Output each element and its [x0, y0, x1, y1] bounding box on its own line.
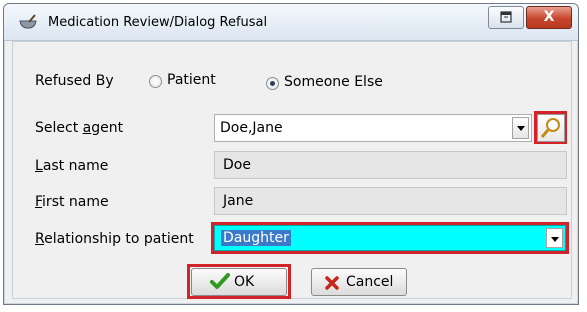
restore-button[interactable] [488, 6, 524, 29]
radio-someone-else-label[interactable]: Someone Else [284, 74, 383, 90]
checkmark-icon [210, 273, 230, 289]
search-agent-button[interactable] [537, 114, 565, 142]
first-name-label: First name [35, 194, 109, 210]
magnifier-icon [540, 118, 560, 138]
mortar-pestle-icon [19, 14, 37, 29]
radio-someone-else[interactable] [266, 77, 279, 90]
title-bar[interactable]: Medication Review/Dialog Refusal X [4, 4, 578, 41]
cancel-label: Cancel [346, 274, 394, 290]
select-agent-combobox[interactable]: Doe,Jane [214, 114, 532, 142]
x-mark-icon [325, 276, 339, 290]
refused-by-label: Refused By [35, 73, 114, 89]
relationship-combobox[interactable]: Daughter [214, 225, 566, 251]
dialog-window: Medication Review/Dialog Refusal X Refus… [3, 3, 579, 305]
dialog-client-area: Refused By Patient Someone Else Select a… [12, 41, 572, 299]
first-name-field: Jane [214, 187, 567, 215]
close-button[interactable]: X [526, 6, 572, 29]
relationship-value: Daughter [221, 230, 291, 246]
window-title: Medication Review/Dialog Refusal [48, 15, 268, 30]
ok-label: OK [234, 274, 255, 290]
ok-button[interactable]: OK [191, 268, 287, 296]
last-name-label: Last name [35, 158, 109, 174]
last-name-field: Doe [214, 151, 567, 179]
close-icon: X [543, 9, 555, 25]
radio-patient[interactable] [149, 75, 162, 88]
relationship-label: Relationship to patient [35, 231, 194, 247]
last-name-value: Doe [223, 157, 251, 173]
radio-patient-label[interactable]: Patient [167, 72, 216, 88]
restore-icon [500, 11, 512, 23]
select-agent-value: Doe,Jane [220, 120, 283, 136]
first-name-value: Jane [223, 193, 254, 209]
select-agent-label: Select agent [35, 120, 124, 136]
chevron-down-icon[interactable] [546, 228, 563, 248]
chevron-down-icon[interactable] [512, 117, 529, 139]
cancel-button[interactable]: Cancel [311, 268, 407, 296]
